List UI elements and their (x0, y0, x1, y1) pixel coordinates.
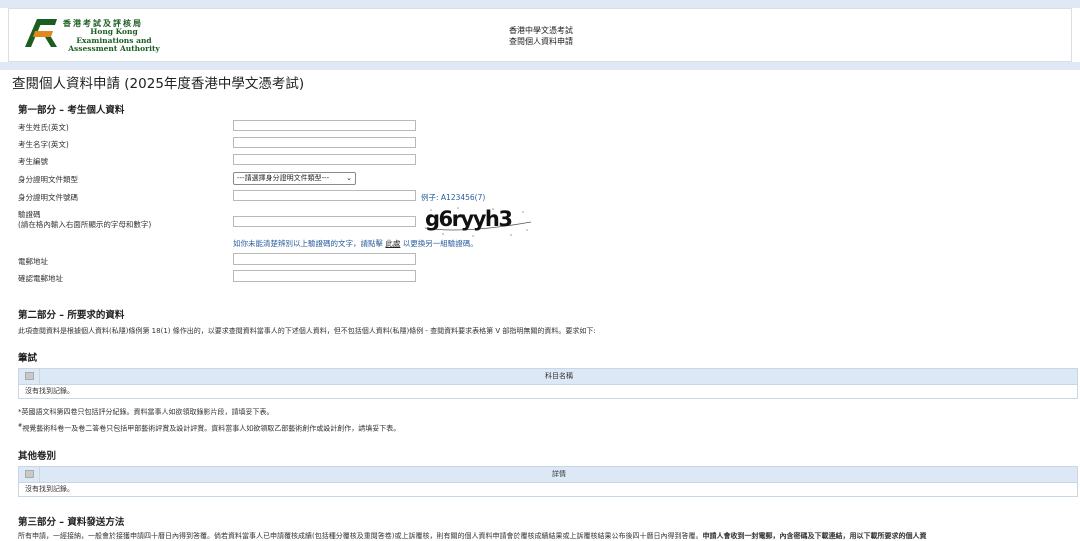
table-empty-row: 沒有找到記錄。 (19, 483, 1077, 496)
captcha-refresh-hint: 如你未能清楚辨別以上驗證碼的文字，請點擊 此處 以更換另一組驗證碼。 (233, 238, 478, 249)
given-name-label: 考生名字(英文) (18, 140, 69, 149)
candidate-no-input[interactable] (233, 154, 416, 165)
part3-heading: 第三部分 – 資料發送方法 (18, 517, 125, 528)
subject-name-column[interactable]: 科目名稱 (41, 371, 1077, 381)
written-exam-heading: 筆試 (18, 353, 38, 364)
confirm-email-label: 確認電郵地址 (18, 274, 63, 283)
captcha-refresh-link[interactable]: 此處 (385, 239, 400, 248)
captcha-text: g6ryyh3 (425, 207, 513, 231)
table-header: 科目名稱 (19, 369, 1077, 385)
id-type-label: 身分證明文件類型 (18, 175, 78, 184)
written-exam-table: 科目名稱 沒有找到記錄。 (18, 368, 1078, 399)
id-no-label: 身分證明文件號碼 (18, 193, 78, 202)
id-no-input[interactable] (233, 190, 416, 201)
column-separator (39, 467, 40, 482)
chevron-down-icon: ⌄ (346, 174, 352, 182)
sub-band (0, 62, 1080, 70)
note-english-paper: *英國語文科第四卷只包括評分紀錄。資料當事人如欲領取錄影片段，請填妥下表。 (18, 408, 274, 416)
table-empty-row: 沒有找到記錄。 (19, 385, 1077, 398)
part3-desc-text: 所有申請，一經接納，一般會於接獲申請四十曆日內得到答覆。倘若資料當事人已申請覆核… (18, 532, 703, 540)
surname-input[interactable] (233, 120, 416, 131)
captcha-instruction: (請在格內輸入右面所顯示的字母和數字) (18, 220, 152, 229)
header-title: 香港中學文憑考試 (509, 26, 573, 35)
captcha-hint-text-end: 以更換另一組驗證碼。 (402, 239, 478, 248)
id-type-selected: ---請選擇身分證明文件類型--- (237, 174, 330, 182)
part2-heading: 第二部分 – 所要求的資料 (18, 310, 125, 321)
email-label: 電郵地址 (18, 257, 48, 266)
surname-label: 考生姓氏(英文) (18, 123, 69, 132)
note-visual-arts-text: 視覺藝術科卷一及卷二答卷只包括甲部藝術評賞及設計評賞。資料當事人如欲領取乙部藝術… (22, 424, 401, 433)
given-name-input[interactable] (233, 137, 416, 148)
table-header: 詳情 (19, 467, 1077, 483)
captcha-image: g6ryyh3 (423, 204, 533, 240)
captcha-hint-text: 如你未能清楚辨別以上驗證碼的文字，請點擊 (233, 239, 383, 248)
confirm-email-input[interactable] (233, 270, 416, 282)
part3-desc-bold: 申請人會收到一封電郵，內含密碼及下載連結，用以下載所要求的個人資 (702, 532, 927, 540)
select-all-checkbox[interactable] (25, 470, 34, 478)
other-papers-table: 詳情 沒有找到記錄。 (18, 466, 1078, 497)
email-input[interactable] (233, 253, 416, 265)
part2-description: 此項查閱資料是根據個人資料(私隱)條例第 18(1) 條作出的，以要求查閱資料當… (18, 327, 596, 335)
top-band (0, 0, 1080, 8)
candidate-no-label: 考生編號 (18, 157, 48, 166)
captcha-input[interactable] (233, 216, 416, 227)
part1-heading: 第一部分 – 考生個人資料 (18, 105, 125, 116)
id-no-example: 例子: A123456(7) (421, 193, 486, 202)
id-type-select[interactable]: ---請選擇身分證明文件類型--- ⌄ (233, 172, 356, 185)
site-header: 香港考試及評核局 Hong Kong Examinations and Asse… (8, 8, 1072, 62)
header-subtitle: 查閱個人資料申請 (509, 37, 573, 46)
select-all-checkbox[interactable] (25, 372, 34, 380)
other-papers-heading: 其他卷別 (18, 451, 57, 462)
page-title: 查閱個人資料申請 (2025年度香港中學文憑考試) (12, 76, 305, 92)
details-column[interactable]: 詳情 (41, 469, 1077, 479)
column-separator (39, 369, 40, 384)
note-visual-arts: #視覺藝術科卷一及卷二答卷只包括甲部藝術評賞及設計評賞。資料當事人如欲領取乙部藝… (18, 423, 400, 433)
